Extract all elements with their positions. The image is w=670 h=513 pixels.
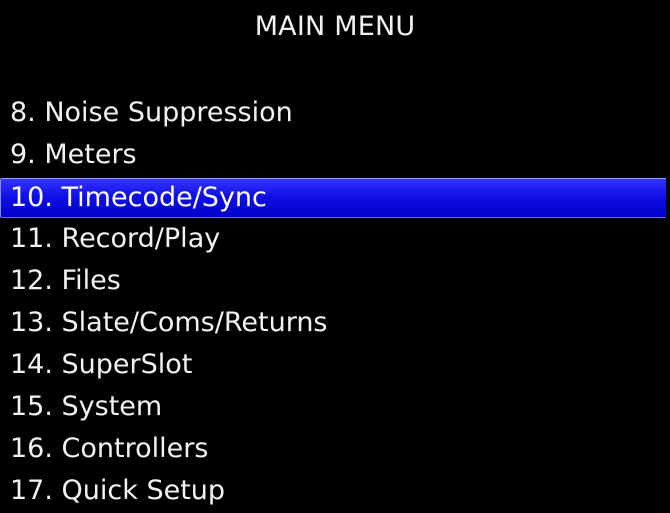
menu-item-system[interactable]: 15. System [0,387,670,429]
menu-item-superslot[interactable]: 14. SuperSlot [0,345,670,387]
menu-list: 8. Noise Suppression 9. Meters 10. Timec… [0,93,670,513]
menu-item-quick-setup[interactable]: 17. Quick Setup [0,471,670,513]
menu-item-record-play[interactable]: 11. Record/Play [0,219,670,261]
menu-item-files[interactable]: 12. Files [0,261,670,303]
menu-item-slate-coms-returns[interactable]: 13. Slate/Coms/Returns [0,303,670,345]
menu-item-timecode-sync[interactable]: 10. Timecode/Sync [0,178,666,218]
menu-title: MAIN MENU [254,11,416,42]
menu-item-noise-suppression[interactable]: 8. Noise Suppression [0,93,670,135]
menu-item-controllers[interactable]: 16. Controllers [0,429,670,471]
device-screen: MAIN MENU 8. Noise Suppression 9. Meters… [0,0,670,510]
menu-item-meters[interactable]: 9. Meters [0,135,670,177]
